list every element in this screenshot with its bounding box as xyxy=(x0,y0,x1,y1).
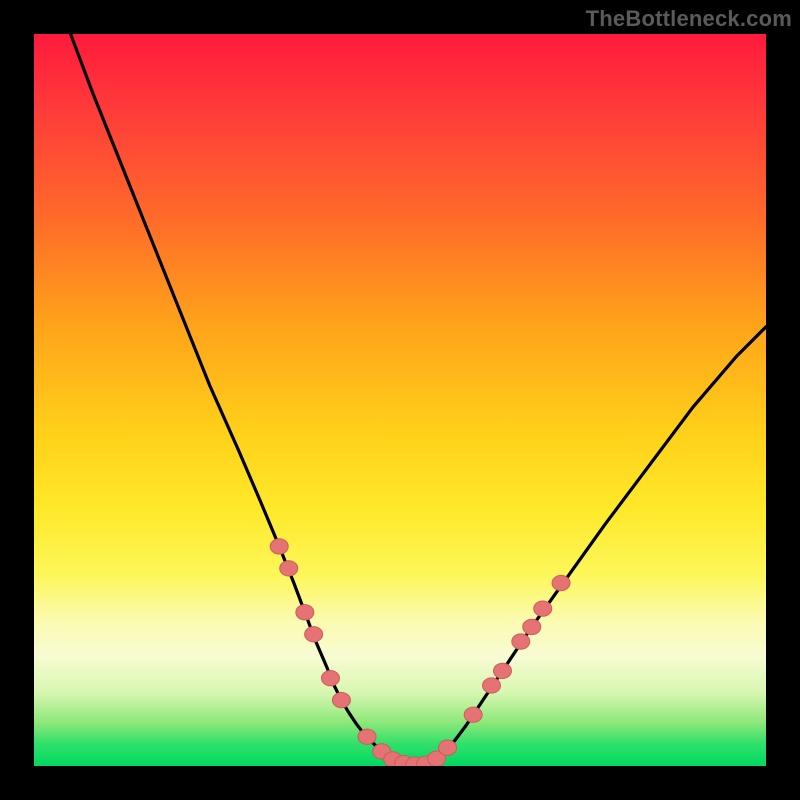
curve-marker xyxy=(439,740,457,755)
curve-marker xyxy=(280,561,298,576)
curve-marker xyxy=(552,575,570,590)
curve-marker xyxy=(321,671,339,686)
curve-marker xyxy=(464,707,482,722)
curve-marker xyxy=(270,539,288,554)
curve-markers xyxy=(270,539,570,766)
chart-frame: TheBottleneck.com xyxy=(0,0,800,800)
chart-overlay xyxy=(34,34,766,766)
bottleneck-curve xyxy=(71,34,766,765)
curve-marker xyxy=(296,605,314,620)
curve-marker xyxy=(332,692,350,707)
curve-marker xyxy=(358,729,376,744)
curve-marker xyxy=(493,663,511,678)
chart-plot-area xyxy=(34,34,766,766)
curve-marker xyxy=(483,678,501,693)
curve-marker xyxy=(512,634,530,649)
watermark-label: TheBottleneck.com xyxy=(586,6,792,32)
curve-marker xyxy=(523,619,541,634)
curve-marker xyxy=(305,627,323,642)
curve-marker xyxy=(534,601,552,616)
